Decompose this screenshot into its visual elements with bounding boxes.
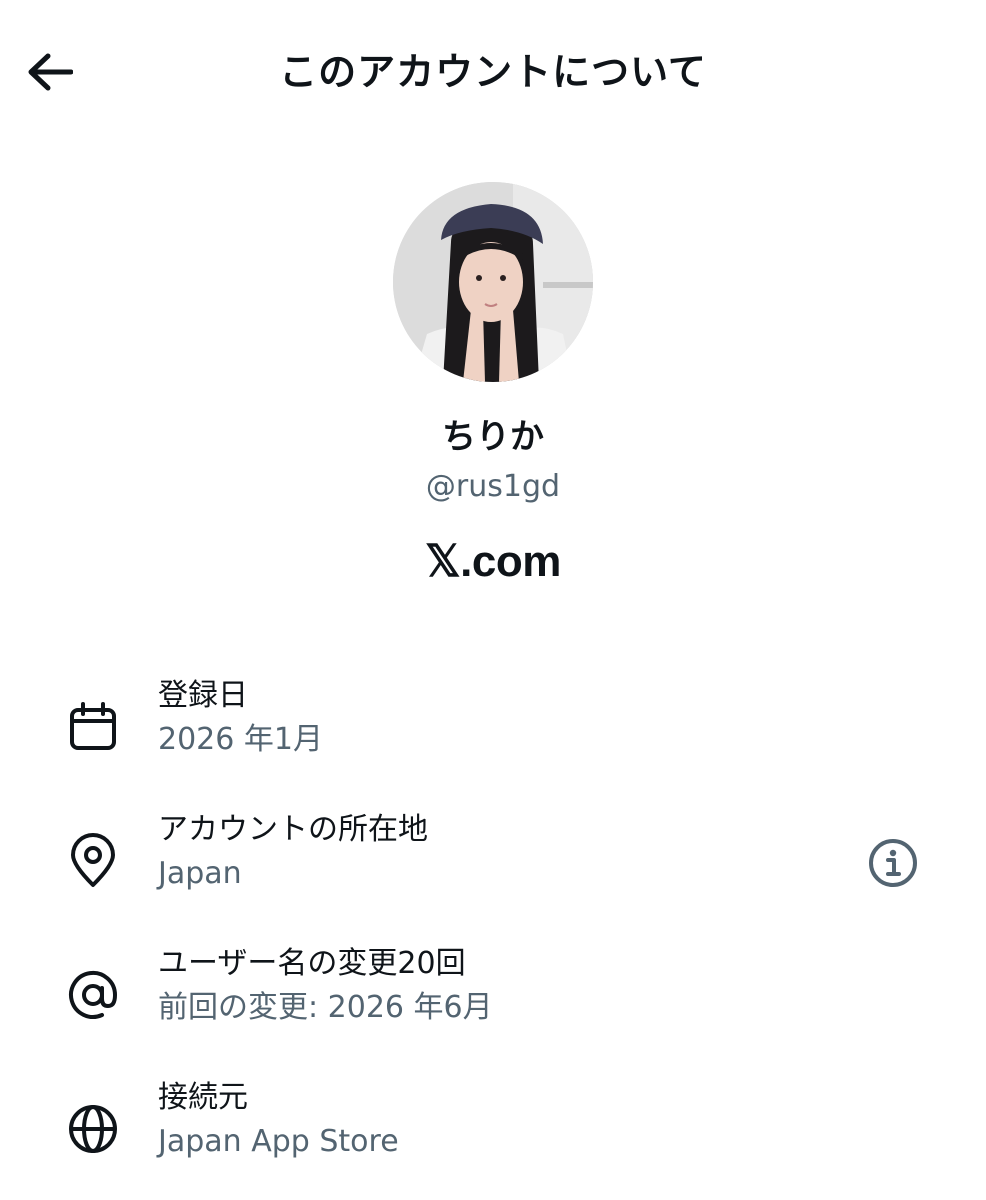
info-icon bbox=[869, 839, 917, 887]
brand-domain: .com bbox=[460, 537, 561, 586]
top-bar: このアカウントについて bbox=[0, 0, 986, 145]
detail-row-username-changes: ユーザー名の変更20回 前回の変更: 2026 年6月 bbox=[0, 940, 986, 1050]
detail-row-joined: 登録日 2026 年1月 bbox=[0, 672, 986, 782]
page-title: このアカウントについて bbox=[279, 50, 707, 94]
detail-row-location: アカウントの所在地 Japan bbox=[0, 806, 986, 916]
location-pin-icon bbox=[62, 830, 124, 892]
detail-value: 2026 年1月 bbox=[158, 722, 323, 757]
display-name: ちりか bbox=[442, 417, 544, 457]
detail-label: 接続元 bbox=[158, 1080, 248, 1115]
calendar-icon bbox=[62, 696, 124, 758]
detail-value: 前回の変更: 2026 年6月 bbox=[158, 990, 493, 1025]
detail-value: Japan bbox=[158, 856, 242, 891]
brand-wordmark: 𝕏.com bbox=[0, 532, 986, 592]
globe-icon bbox=[62, 1098, 124, 1160]
at-sign-icon bbox=[62, 964, 124, 1026]
detail-label: アカウントの所在地 bbox=[158, 812, 428, 847]
detail-row-connected-via: 接続元 Japan App Store bbox=[0, 1074, 986, 1184]
detail-value: Japan App Store bbox=[158, 1124, 399, 1159]
avatar[interactable] bbox=[393, 182, 593, 382]
username-handle: @rus1gd bbox=[425, 469, 561, 504]
profile-photo bbox=[393, 182, 593, 382]
location-info-button[interactable] bbox=[862, 832, 924, 894]
detail-label: 登録日 bbox=[158, 678, 248, 713]
x-logo: 𝕏 bbox=[425, 537, 461, 586]
detail-label: ユーザー名の変更20回 bbox=[158, 946, 466, 981]
